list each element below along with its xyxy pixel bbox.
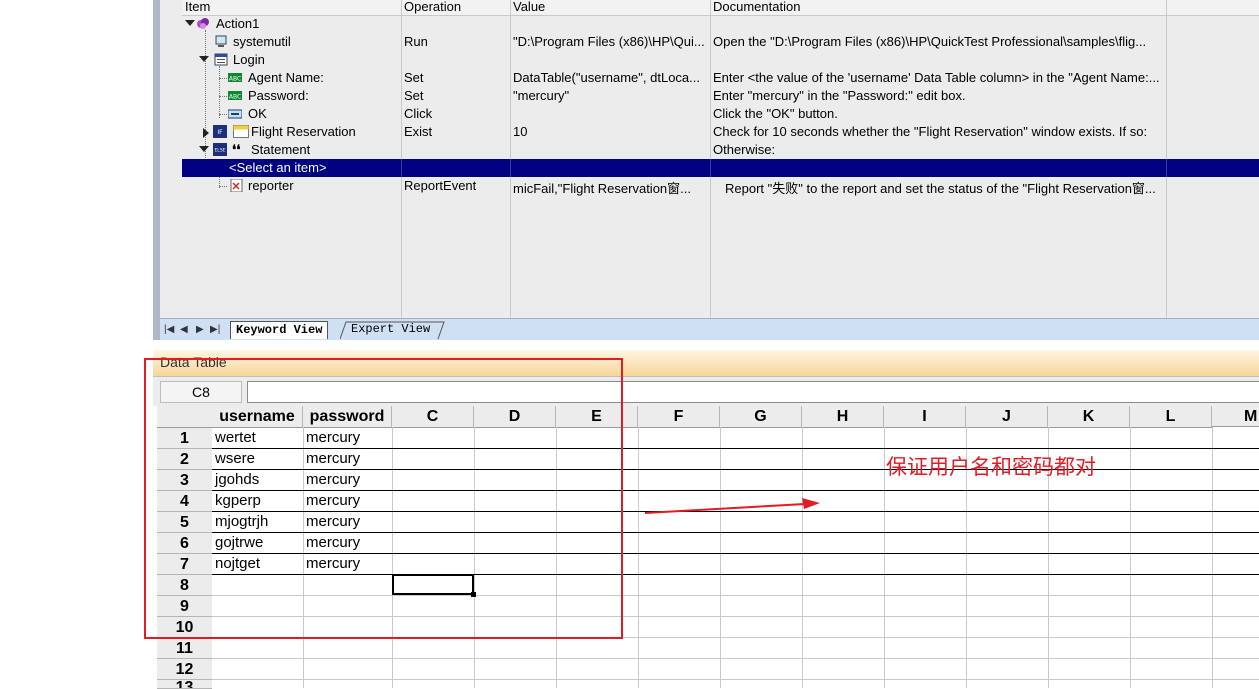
reporter-icon [230, 179, 243, 192]
pane-separator [153, 340, 1259, 350]
documentation-cell: Enter "mercury" in the "Password:" edit … [713, 88, 966, 103]
column-header-documentation[interactable]: Documentation [713, 0, 800, 14]
expand-arrow-icon[interactable] [203, 128, 209, 138]
tree-row-reporter[interactable]: reporter ReportEvent micFail,"Flight Res… [182, 177, 1259, 197]
tree-item-label: Flight Reservation [251, 124, 356, 139]
documentation-cell: Click the "OK" button. [713, 106, 838, 121]
svg-text:IF: IF [217, 129, 223, 136]
last-tab-icon[interactable]: ▶| [210, 324, 220, 335]
if-badge-icon: IF [213, 125, 227, 138]
value-cell[interactable]: 10 [513, 124, 527, 139]
column-header-m[interactable]: M [1212, 406, 1259, 427]
value-cell[interactable]: "mercury" [513, 88, 708, 103]
collapse-arrow-icon[interactable] [199, 56, 209, 62]
column-header-i[interactable]: I [884, 406, 966, 428]
prev-tab-icon[interactable]: ◀ [180, 324, 188, 335]
column-header-j[interactable]: J [966, 406, 1048, 428]
edit-box-icon: ABC [228, 73, 242, 83]
tree-row-ok[interactable]: OK Click Click the "OK" button. [182, 105, 1259, 123]
documentation-cell: Otherwise: [713, 142, 776, 157]
annotation-text: 保证用户名和密码都对 [886, 455, 1096, 479]
tree-item-label: systemutil [233, 34, 291, 49]
value-cell[interactable]: micFail,"Flight Reservation窗... [513, 178, 708, 197]
column-header-g[interactable]: G [720, 406, 802, 428]
operation-cell[interactable]: ReportEvent [404, 178, 476, 193]
svg-text:ABC: ABC [229, 94, 241, 101]
row-header[interactable]: 11 [157, 638, 212, 659]
documentation-cell: Check for 10 seconds whether the "Flight… [713, 124, 1148, 139]
column-header-h[interactable]: H [802, 406, 884, 428]
collapse-arrow-icon[interactable] [185, 20, 195, 26]
operation-cell[interactable]: Set [404, 70, 424, 85]
tree-item-label: Password: [248, 88, 309, 103]
highlight-box [144, 358, 623, 639]
collapse-arrow-icon[interactable] [199, 146, 209, 152]
column-header-item[interactable]: Item [185, 0, 210, 14]
documentation-cell: Open the "D:\Program Files (x86)\HP\Quic… [713, 34, 1147, 49]
tree-row-statement[interactable]: ELSE ❛❛ Statement Otherwise: [182, 141, 1259, 159]
left-blank-area [0, 0, 153, 688]
operation-cell[interactable]: Click [404, 106, 432, 121]
gutter [160, 0, 183, 318]
tree-row-systemutil[interactable]: systemutil Run "D:\Program Files (x86)\H… [182, 33, 1259, 51]
column-header-k[interactable]: K [1048, 406, 1130, 428]
row-header[interactable]: 12 [157, 659, 212, 680]
operation-cell[interactable]: Run [404, 34, 428, 49]
action-icon [197, 18, 209, 29]
keyword-view-grid: Item Operation Value Documentation Actio… [182, 0, 1259, 318]
next-tab-icon[interactable]: ▶ [196, 324, 204, 335]
column-header-value[interactable]: Value [513, 0, 545, 14]
value-cell[interactable]: "D:\Program Files (x86)\HP\Qui... [513, 34, 708, 49]
tree-item-label: OK [248, 106, 267, 121]
tree-row-flight-reservation[interactable]: IF Flight Reservation Exist 10 Check for… [182, 123, 1259, 141]
expert-tab-outline [340, 321, 445, 340]
column-header-l[interactable]: L [1130, 406, 1212, 428]
tree-item-label: Login [233, 52, 265, 67]
tree-item-label: Agent Name: [248, 70, 324, 85]
dialog-icon [214, 53, 228, 66]
value-cell[interactable]: DataTable("username", dtLoca... [513, 70, 708, 85]
select-item-placeholder[interactable]: <Select an item> [229, 160, 327, 175]
operation-cell[interactable]: Set [404, 88, 424, 103]
tree-row-action1[interactable]: Action1 [182, 15, 1259, 33]
window-icon [233, 125, 249, 138]
button-icon [228, 109, 242, 119]
tree-row-password[interactable]: ABC Password: Set "mercury" Enter "mercu… [182, 87, 1259, 105]
column-header-f[interactable]: F [638, 406, 720, 428]
tree-row-agent-name[interactable]: ABC Agent Name: Set DataTable("username"… [182, 69, 1259, 87]
tree-item-label: Statement [251, 142, 311, 157]
else-badge-icon: ELSE [213, 143, 227, 156]
documentation-cell: Enter <the value of the 'username' Data … [713, 70, 1160, 85]
tree-item-label: reporter [248, 178, 294, 193]
keyword-view-header: Item Operation Value Documentation [182, 0, 1259, 16]
column-header-operation[interactable]: Operation [404, 0, 461, 14]
documentation-cell: Report "失败" to the report and set the st… [725, 181, 1156, 196]
tree-row-select-item[interactable]: <Select an item> [182, 159, 1259, 177]
arrow-annotation [644, 498, 820, 514]
tab-keyword-view[interactable]: Keyword View [230, 321, 329, 339]
svg-text:ELSE: ELSE [214, 148, 225, 154]
computer-icon [215, 35, 227, 47]
view-tab-bar: |◀ ◀ ▶ ▶| Keyword View Expert View [160, 318, 1259, 341]
tree-item-label: Action1 [216, 16, 260, 31]
operation-cell[interactable]: Exist [404, 124, 432, 139]
tree-row-login[interactable]: Login [182, 51, 1259, 69]
svg-text:ABC: ABC [229, 76, 241, 83]
edit-box-icon: ABC [228, 91, 242, 101]
first-tab-icon[interactable]: |◀ [164, 324, 174, 335]
quote-icon: ❛❛ [232, 142, 241, 157]
